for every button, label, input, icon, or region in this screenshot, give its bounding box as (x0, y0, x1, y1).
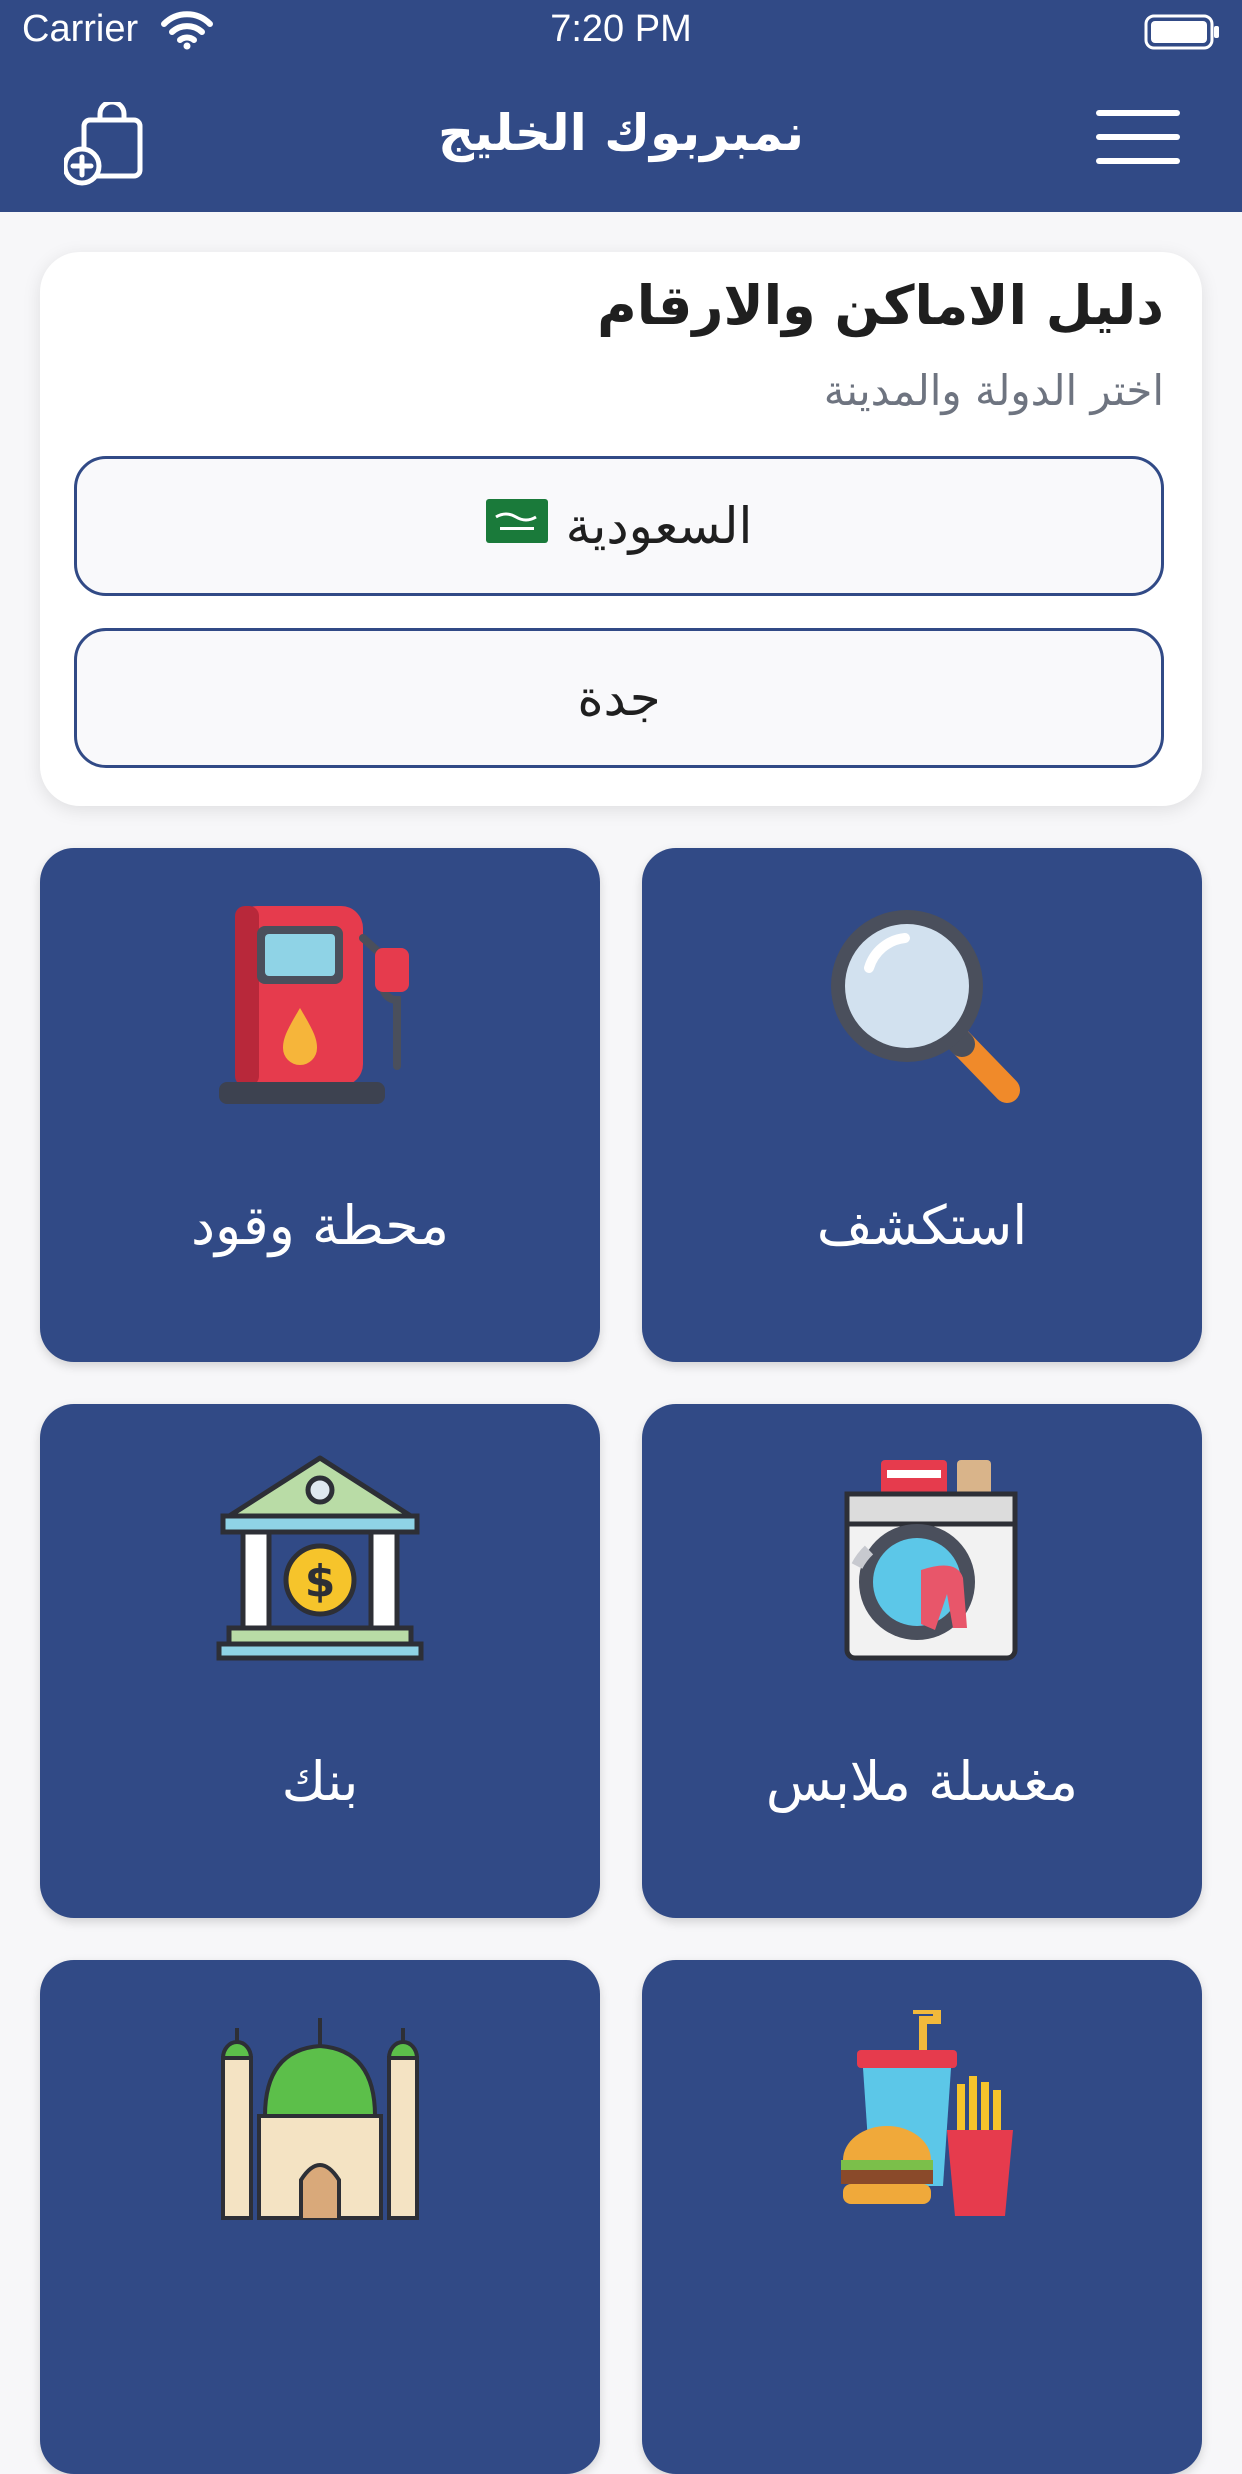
fast-food-icon (642, 2010, 1202, 2220)
clock-label: 7:20 PM (550, 8, 692, 50)
category-tile-bank[interactable]: $ بنك (40, 1404, 600, 1918)
status-bar: Carrier 7:20 PM (0, 0, 1242, 66)
washing-machine-icon (642, 1454, 1202, 1664)
category-label: محطة وقود (190, 1194, 450, 1257)
bank-icon: $ (40, 1454, 600, 1664)
fuel-pump-icon (40, 898, 600, 1108)
category-tile-explore[interactable]: استكشف (642, 848, 1202, 1362)
menu-icon[interactable] (1094, 104, 1182, 176)
location-selector-card: دليل الاماكن والارقام اختر الدولة والمدي… (40, 252, 1202, 806)
mosque-icon (40, 2010, 600, 2220)
battery-icon (1144, 14, 1222, 54)
app-title: نمبربوك الخليج (438, 104, 804, 162)
magnifier-icon (642, 898, 1202, 1108)
city-select[interactable]: جدة (74, 628, 1164, 768)
svg-text:$: $ (305, 1556, 336, 1607)
category-tile-mosques[interactable] (40, 1960, 600, 2474)
category-label: مغسلة ملابس (765, 1750, 1079, 1813)
city-value: جدة (577, 669, 661, 727)
saudi-flag-icon (485, 497, 548, 555)
category-tile-restaurants[interactable] (642, 1960, 1202, 2474)
country-value: السعودية (565, 497, 753, 555)
navigation-bar: نمبربوك الخليج (0, 66, 1242, 212)
category-label: استكشف (816, 1194, 1028, 1257)
country-select[interactable]: السعودية (74, 456, 1164, 596)
directory-subheading: اختر الدولة والمدينة (823, 366, 1164, 415)
category-tile-laundry[interactable]: مغسلة ملابس (642, 1404, 1202, 1918)
category-tile-fuel-station[interactable]: محطة وقود (40, 848, 600, 1362)
directory-heading: دليل الاماكن والارقام (597, 274, 1164, 337)
category-label: بنك (281, 1750, 359, 1813)
